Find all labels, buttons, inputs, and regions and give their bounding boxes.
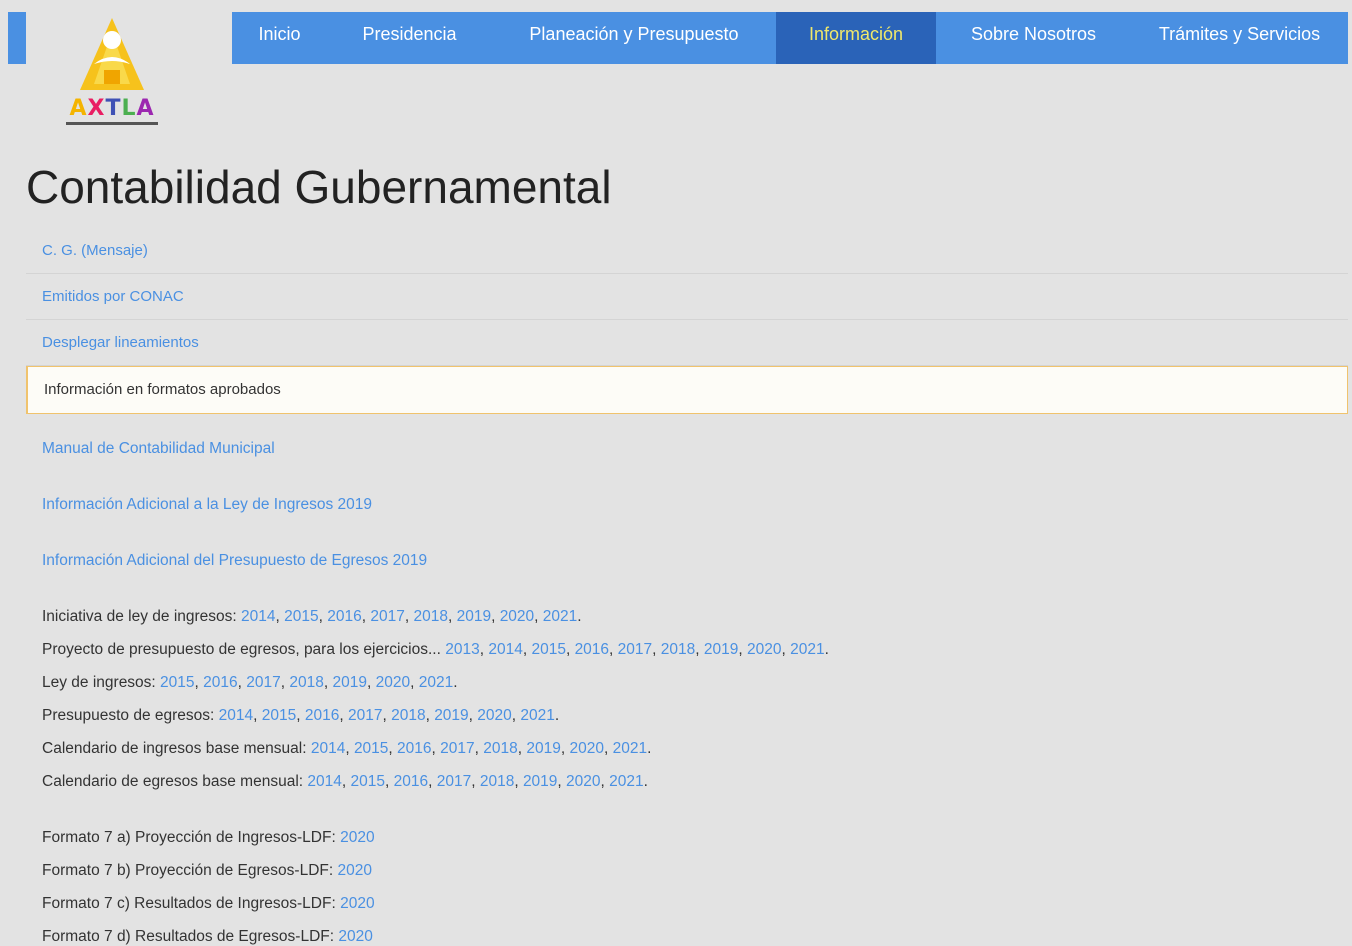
year-link[interactable]: 2018 xyxy=(413,608,447,625)
year-link[interactable]: 2019 xyxy=(704,641,738,658)
formato-row-label: Formato 7 c) Resultados de Ingresos-LDF: xyxy=(42,895,341,912)
year-row-label: Proyecto de presupuesto de egresos, para… xyxy=(42,641,446,658)
nav-item-presidencia[interactable]: Presidencia xyxy=(327,12,492,64)
year-link[interactable]: 2016 xyxy=(203,674,237,691)
main-nav: Inicio Presidencia Planeación y Presupue… xyxy=(232,12,1348,64)
year-link[interactable]: 2021 xyxy=(543,608,577,625)
menu-item-lineamientos[interactable]: Desplegar lineamientos xyxy=(26,320,1348,366)
year-link[interactable]: 2019 xyxy=(434,707,468,724)
link-manual-contabilidad[interactable]: Manual de Contabilidad Municipal xyxy=(42,440,275,458)
year-link[interactable]: 2017 xyxy=(440,740,474,757)
logo-letter: A xyxy=(136,96,155,121)
formato-row: Formato 7 c) Resultados de Ingresos-LDF:… xyxy=(42,895,375,913)
year-link[interactable]: 2017 xyxy=(437,773,471,790)
menu-item-conac[interactable]: Emitidos por CONAC xyxy=(26,274,1348,320)
year-link[interactable]: 2014 xyxy=(241,608,275,625)
year-row-label: Calendario de egresos base mensual: xyxy=(42,773,308,790)
year-link[interactable]: 2015 xyxy=(531,641,565,658)
year-link[interactable]: 2016 xyxy=(575,641,609,658)
year-link[interactable]: 2021 xyxy=(419,674,453,691)
logo[interactable]: AXTLA xyxy=(26,12,232,150)
year-link[interactable]: 2019 xyxy=(526,740,560,757)
year-link[interactable]: 2016 xyxy=(305,707,339,724)
year-row: Proyecto de presupuesto de egresos, para… xyxy=(42,641,829,658)
year-link[interactable]: 2014 xyxy=(311,740,345,757)
logo-divider xyxy=(66,122,158,125)
link-info-ley-ingresos[interactable]: Información Adicional a la Ley de Ingres… xyxy=(42,496,372,514)
year-row-label: Presupuesto de egresos: xyxy=(42,707,219,724)
formato-row-label: Formato 7 a) Proyección de Ingresos-LDF: xyxy=(42,829,341,846)
logo-wordmark: AXTLA xyxy=(62,96,162,121)
year-row-label: Iniciativa de ley de ingresos: xyxy=(42,608,242,625)
formato-row-label: Formato 7 d) Resultados de Egresos-LDF: xyxy=(42,928,339,945)
year-link[interactable]: 2018 xyxy=(391,707,425,724)
year-link[interactable]: 2019 xyxy=(457,608,491,625)
year-link[interactable]: 2017 xyxy=(348,707,382,724)
year-row: Presupuesto de egresos: 2014, 2015, 2016… xyxy=(42,707,560,724)
formato-row-label: Formato 7 b) Proyección de Egresos-LDF: xyxy=(42,862,338,879)
link-info-presupuesto-egresos[interactable]: Información Adicional del Presupuesto de… xyxy=(42,552,427,570)
year-link[interactable]: 2019 xyxy=(332,674,366,691)
formato-row: Formato 7 b) Proyección de Egresos-LDF: … xyxy=(42,862,372,880)
year-link[interactable]: 2020 xyxy=(566,773,600,790)
formato-year-link[interactable]: 2020 xyxy=(340,829,374,846)
year-link[interactable]: 2021 xyxy=(790,641,824,658)
year-link[interactable]: 2020 xyxy=(747,641,781,658)
year-row: Calendario de ingresos base mensual: 201… xyxy=(42,740,652,757)
year-link[interactable]: 2018 xyxy=(289,674,323,691)
year-link[interactable]: 2021 xyxy=(609,773,643,790)
year-link[interactable]: 2018 xyxy=(480,773,514,790)
year-link[interactable]: 2015 xyxy=(351,773,385,790)
year-link[interactable]: 2017 xyxy=(246,674,280,691)
year-link[interactable]: 2017 xyxy=(618,641,652,658)
menu-item-formatos-aprobados[interactable]: Información en formatos aprobados xyxy=(26,366,1348,414)
year-link[interactable]: 2014 xyxy=(307,773,341,790)
year-link[interactable]: 2019 xyxy=(523,773,557,790)
year-link[interactable]: 2020 xyxy=(376,674,410,691)
year-link[interactable]: 2014 xyxy=(488,641,522,658)
logo-letter: L xyxy=(121,96,137,121)
nav-item-informacion[interactable]: Información xyxy=(776,12,936,64)
logo-letter: A xyxy=(69,96,88,121)
year-link[interactable]: 2014 xyxy=(219,707,253,724)
year-link[interactable]: 2016 xyxy=(394,773,428,790)
nav-item-inicio[interactable]: Inicio xyxy=(232,12,327,64)
year-link[interactable]: 2015 xyxy=(354,740,388,757)
year-link[interactable]: 2015 xyxy=(160,674,194,691)
year-link[interactable]: 2021 xyxy=(613,740,647,757)
menu-item-mensaje[interactable]: C. G. (Mensaje) xyxy=(26,228,1348,274)
nav-item-tramites[interactable]: Trámites y Servicios xyxy=(1131,12,1348,64)
year-link[interactable]: 2016 xyxy=(327,608,361,625)
year-link[interactable]: 2016 xyxy=(397,740,431,757)
year-link[interactable]: 2018 xyxy=(661,641,695,658)
nav-item-sobre-nosotros[interactable]: Sobre Nosotros xyxy=(936,12,1131,64)
year-link[interactable]: 2018 xyxy=(483,740,517,757)
page-title: Contabilidad Gubernamental xyxy=(26,161,612,213)
year-row: Calendario de egresos base mensual: 2014… xyxy=(42,773,648,790)
year-row-label: Ley de ingresos: xyxy=(42,674,161,691)
logo-letter: X xyxy=(87,96,106,121)
formato-year-link[interactable]: 2020 xyxy=(337,862,371,879)
formato-year-link[interactable]: 2020 xyxy=(338,928,372,945)
year-link[interactable]: 2020 xyxy=(569,740,603,757)
year-row-label: Calendario de ingresos base mensual: xyxy=(42,740,311,757)
year-link[interactable]: 2013 xyxy=(445,641,479,658)
accordion-menu: C. G. (Mensaje) Emitidos por CONAC Despl… xyxy=(26,228,1348,414)
year-row: Ley de ingresos: 2015, 2016, 2017, 2018,… xyxy=(42,674,458,691)
year-link[interactable]: 2015 xyxy=(284,608,318,625)
logo-letter: T xyxy=(105,96,122,121)
year-link[interactable]: 2021 xyxy=(520,707,554,724)
formato-row: Formato 7 a) Proyección de Ingresos-LDF:… xyxy=(42,829,375,847)
year-link[interactable]: 2020 xyxy=(500,608,534,625)
formato-row: Formato 7 d) Resultados de Egresos-LDF: … xyxy=(42,928,373,946)
nav-item-planeacion[interactable]: Planeación y Presupuesto xyxy=(492,12,776,64)
formato-year-link[interactable]: 2020 xyxy=(340,895,374,912)
logo-emblem-icon xyxy=(80,18,144,90)
year-link[interactable]: 2015 xyxy=(262,707,296,724)
year-link[interactable]: 2017 xyxy=(370,608,404,625)
year-row: Iniciativa de ley de ingresos: 2014, 201… xyxy=(42,608,582,625)
year-link[interactable]: 2020 xyxy=(477,707,511,724)
